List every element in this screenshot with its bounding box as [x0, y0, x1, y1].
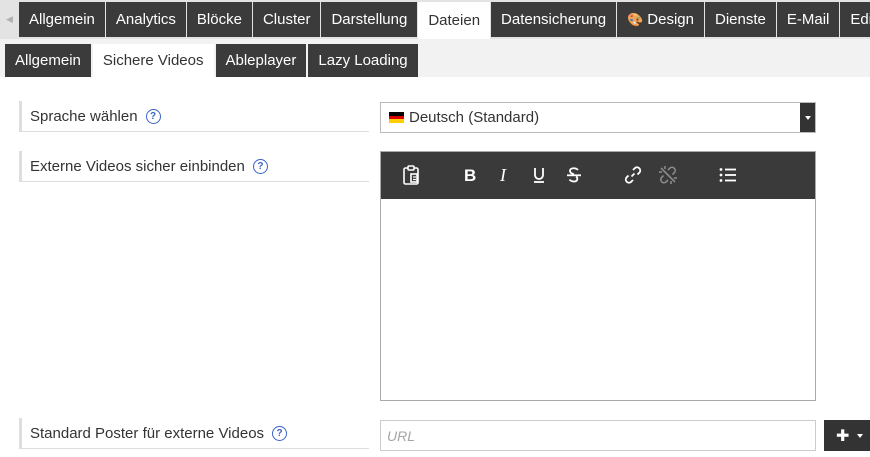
editor-toolbar: B I	[381, 152, 815, 199]
sub-tabs: Allgemein Sichere Videos Ableplayer Lazy Lo…	[5, 44, 420, 77]
help-icon[interactable]: ?	[272, 425, 288, 441]
tab-label: Dateien	[428, 12, 481, 29]
tab-label: E-Mail	[786, 11, 830, 28]
chevron-down-icon[interactable]	[800, 103, 815, 132]
tab-allgemein[interactable]: Allgemein	[19, 2, 105, 37]
tab-label: Editor	[850, 11, 870, 28]
plus-icon: ✚	[836, 427, 850, 445]
language-select[interactable]: Deutsch (Standard)	[380, 102, 816, 133]
tab-editor[interactable]: Editor	[840, 2, 870, 37]
subtab-label: Allgemein	[15, 52, 81, 69]
tab-analytics[interactable]: Analytics	[105, 2, 186, 37]
svg-text:B: B	[464, 167, 476, 183]
tab-dienste[interactable]: Dienste	[705, 2, 776, 37]
italic-icon[interactable]: I	[492, 163, 516, 187]
tab-label: Cluster	[262, 11, 311, 28]
tab-label: Analytics	[115, 11, 176, 28]
link-icon[interactable]	[621, 163, 645, 187]
language-label: Sprache wählen	[30, 107, 138, 125]
bold-icon[interactable]: B	[458, 163, 482, 187]
tab-darstellung[interactable]: Darstellung	[321, 2, 418, 37]
strikethrough-icon[interactable]	[562, 163, 586, 187]
tab-e-mail[interactable]: E-Mail	[776, 2, 840, 37]
sub-tab-bar: Allgemein Sichere Videos Ableplayer Lazy Lo…	[0, 39, 870, 77]
caret-down-icon	[857, 433, 864, 438]
subtab-label: Lazy Loading	[318, 52, 408, 69]
main-tabs: Allgemein Analytics Blöcke Cluster Darstellu…	[19, 2, 870, 39]
rich-text-editor: B I	[380, 151, 816, 401]
tab-label: Blöcke	[196, 11, 242, 28]
subtab-lazy-loading[interactable]: Lazy Loading	[308, 44, 418, 77]
tab-blöcke[interactable]: Blöcke	[186, 2, 252, 37]
scroll-left-icon[interactable]: ◀	[0, 0, 19, 39]
language-label-row: Sprache wählen ?	[19, 101, 369, 132]
svg-text:I: I	[499, 167, 507, 183]
embed-label: Externe Videos sicher einbinden	[30, 157, 245, 175]
help-icon[interactable]: ?	[145, 108, 161, 124]
subtab-label: Ableplayer	[225, 52, 297, 69]
german-flag-icon	[389, 112, 404, 124]
bullet-list-icon[interactable]	[716, 163, 740, 187]
subtab-sichere-videos[interactable]: Sichere Videos	[92, 44, 214, 77]
tab-datensicherung[interactable]: Datensicherung	[491, 2, 617, 37]
paste-icon[interactable]	[399, 163, 423, 187]
help-icon[interactable]: ?	[252, 158, 268, 174]
embed-label-row: Externe Videos sicher einbinden ?	[19, 151, 369, 182]
tab-dateien[interactable]: Dateien	[418, 2, 491, 39]
tab-label: Design	[647, 11, 694, 28]
tab-label: Darstellung	[331, 11, 408, 28]
underline-icon[interactable]	[527, 163, 551, 187]
palette-icon: 🎨	[627, 11, 644, 27]
tab-label: Datensicherung	[501, 11, 607, 28]
poster-label: Standard Poster für externe Videos	[30, 424, 265, 442]
language-select-value: Deutsch (Standard)	[409, 109, 540, 126]
add-media-button[interactable]: ✚	[824, 420, 870, 451]
subtab-allgemein[interactable]: Allgemein	[5, 44, 91, 77]
editor-content-area[interactable]	[381, 199, 815, 400]
main-tab-bar: ◀ Allgemein Analytics Blöcke Cluster Darstel…	[0, 0, 870, 39]
subtab-ableplayer[interactable]: Ableplayer	[215, 44, 307, 77]
tab-label: Dienste	[715, 11, 766, 28]
poster-url-input[interactable]	[380, 420, 816, 451]
tab-design[interactable]: 🎨 Design	[617, 2, 704, 37]
poster-label-row: Standard Poster für externe Videos ?	[19, 418, 369, 449]
subtab-label: Sichere Videos	[102, 52, 204, 69]
tab-label: Allgemein	[29, 11, 95, 28]
tab-cluster[interactable]: Cluster	[252, 2, 321, 37]
unlink-icon[interactable]	[656, 163, 680, 187]
